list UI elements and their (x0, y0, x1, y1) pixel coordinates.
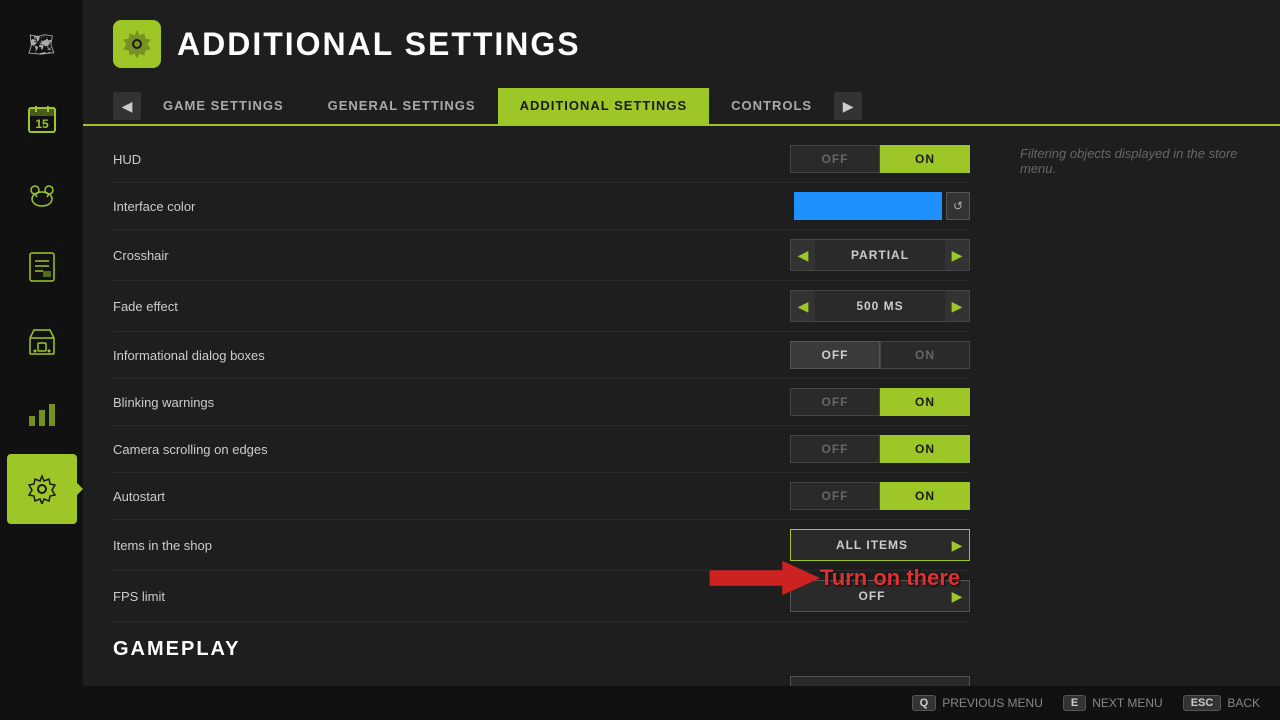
tab-game-settings[interactable]: GAME SETTINGS (141, 88, 306, 126)
items-shop-stepper: ALL ITEMS ▶ (790, 529, 970, 561)
items-shop-value: ALL ITEMS (799, 538, 945, 552)
key-q-text: PREVIOUS MENU (942, 696, 1043, 710)
camera-scrolling-on-btn[interactable]: ON (880, 435, 970, 463)
crosshair-value: PARTIAL (815, 248, 945, 262)
tabs-bar: ◀ GAME SETTINGS GENERAL SETTINGS ADDITIO… (83, 88, 1280, 126)
setting-row-camera-scrolling: Camera scrolling on edges OFF ON (113, 426, 970, 473)
setting-row-interface-color: Interface color ↺ (113, 183, 970, 230)
tab-controls[interactable]: CONTROLS (709, 88, 834, 126)
setting-row-hud: HUD OFF ON (113, 136, 970, 183)
blinking-warnings-toggle: OFF ON (790, 388, 970, 416)
settings-icon (113, 20, 161, 68)
sidebar-item-map[interactable]: 🗺 (7, 10, 77, 80)
key-esc-text: BACK (1227, 696, 1260, 710)
items-shop-next-btn[interactable]: ▶ (945, 530, 969, 560)
hud-toggle: OFF ON (790, 145, 970, 173)
page-title: ADDITIONAL SETTINGS (177, 26, 581, 63)
header: ADDITIONAL SETTINGS (83, 0, 1280, 88)
fps-limit-value: OFF (799, 589, 945, 603)
bottom-key-q: Q PREVIOUS MENU (912, 695, 1043, 711)
crosshair-next-btn[interactable]: ▶ (945, 240, 969, 270)
key-q-badge: Q (912, 695, 937, 711)
gameplay-heading: GAMEPLAY (113, 638, 970, 661)
tabs-next-arrow[interactable]: ▶ (834, 92, 862, 120)
bottom-key-esc: ESC BACK (1183, 695, 1260, 711)
setting-label-crosshair: Crosshair (113, 248, 790, 263)
hud-off-btn[interactable]: OFF (790, 145, 880, 173)
dialog-boxes-toggle: OFF ON (790, 341, 970, 369)
setting-label-dialog-boxes: Informational dialog boxes (113, 348, 790, 363)
setting-label-autostart: Autostart (113, 489, 790, 504)
info-panel-text: Filtering objects displayed in the store… (1020, 146, 1238, 176)
svg-text:15: 15 (35, 117, 49, 131)
crosshair-stepper: ◀ PARTIAL ▶ (790, 239, 970, 271)
interface-color-control: ↺ (794, 192, 970, 220)
fade-effect-stepper: ◀ 500 MS ▶ (790, 290, 970, 322)
tab-general-settings[interactable]: GENERAL SETTINGS (306, 88, 498, 126)
main-panel: ADDITIONAL SETTINGS ◀ GAME SETTINGS GENE… (83, 0, 1280, 720)
sidebar-item-animals[interactable] (7, 158, 77, 228)
key-esc-badge: ESC (1183, 695, 1222, 711)
setting-row-autostart: Autostart OFF ON (113, 473, 970, 520)
sidebar: 🗺 15 (0, 0, 83, 720)
setting-label-fps-limit: FPS limit (113, 589, 790, 604)
camera-scrolling-toggle: OFF ON (790, 435, 970, 463)
settings-panel: HUD OFF ON Interface color ↺ Crosshair (83, 126, 1000, 691)
hud-on-btn[interactable]: ON (880, 145, 970, 173)
fps-limit-next-btn[interactable]: ▶ (945, 581, 969, 611)
tab-additional-settings[interactable]: ADDITIONAL SETTINGS (498, 88, 710, 126)
fps-limit-control: OFF ▶ (790, 580, 970, 612)
setting-label-camera-scrolling: Camera scrolling on edges (113, 442, 790, 457)
bottom-key-e: E NEXT MENU (1063, 695, 1163, 711)
sidebar-item-settings[interactable] (7, 454, 77, 524)
autostart-toggle: OFF ON (790, 482, 970, 510)
setting-row-fps-limit: FPS limit OFF ▶ (113, 571, 970, 622)
fade-next-btn[interactable]: ▶ (945, 291, 969, 321)
sidebar-item-shop[interactable] (7, 306, 77, 376)
color-bar[interactable] (794, 192, 942, 220)
setting-label-items-shop: Items in the shop (113, 538, 790, 553)
tabs-prev-arrow[interactable]: ◀ (113, 92, 141, 120)
content-area: HUD OFF ON Interface color ↺ Crosshair (83, 126, 1280, 691)
autostart-off-btn[interactable]: OFF (790, 482, 880, 510)
blinking-warnings-off-btn[interactable]: OFF (790, 388, 880, 416)
setting-row-items-shop: Items in the shop ALL ITEMS ▶ (113, 520, 970, 571)
key-e-text: NEXT MENU (1092, 696, 1162, 710)
setting-row-crosshair: Crosshair ◀ PARTIAL ▶ (113, 230, 970, 281)
setting-label-interface-color: Interface color (113, 199, 794, 214)
info-panel: Filtering objects displayed in the store… (1000, 126, 1280, 691)
items-shop-control: ALL ITEMS ▶ (790, 529, 970, 561)
dialog-boxes-on-btn[interactable]: ON (880, 341, 970, 369)
sidebar-item-stats[interactable] (7, 380, 77, 450)
fps-limit-stepper: OFF ▶ (790, 580, 970, 612)
crosshair-prev-btn[interactable]: ◀ (791, 240, 815, 270)
fade-effect-control: ◀ 500 MS ▶ (790, 290, 970, 322)
sidebar-item-contracts[interactable] (7, 232, 77, 302)
bottom-bar: Q PREVIOUS MENU E NEXT MENU ESC BACK (83, 686, 1280, 720)
setting-label-fade-effect: Fade effect (113, 299, 790, 314)
camera-scrolling-off-btn[interactable]: OFF (790, 435, 880, 463)
sidebar-item-calendar[interactable]: 15 (7, 84, 77, 154)
fade-prev-btn[interactable]: ◀ (791, 291, 815, 321)
setting-label-hud: HUD (113, 152, 790, 167)
fade-value: 500 MS (815, 299, 945, 313)
setting-label-blinking-warnings: Blinking warnings (113, 395, 790, 410)
crosshair-control: ◀ PARTIAL ▶ (790, 239, 970, 271)
blinking-warnings-on-btn[interactable]: ON (880, 388, 970, 416)
autostart-on-btn[interactable]: ON (880, 482, 970, 510)
key-e-badge: E (1063, 695, 1086, 711)
dialog-boxes-off-btn[interactable]: OFF (790, 341, 880, 369)
setting-row-blinking-warnings: Blinking warnings OFF ON (113, 379, 970, 426)
setting-row-dialog-boxes: Informational dialog boxes OFF ON (113, 332, 970, 379)
setting-row-fade-effect: Fade effect ◀ 500 MS ▶ (113, 281, 970, 332)
color-reset-btn[interactable]: ↺ (946, 192, 970, 220)
